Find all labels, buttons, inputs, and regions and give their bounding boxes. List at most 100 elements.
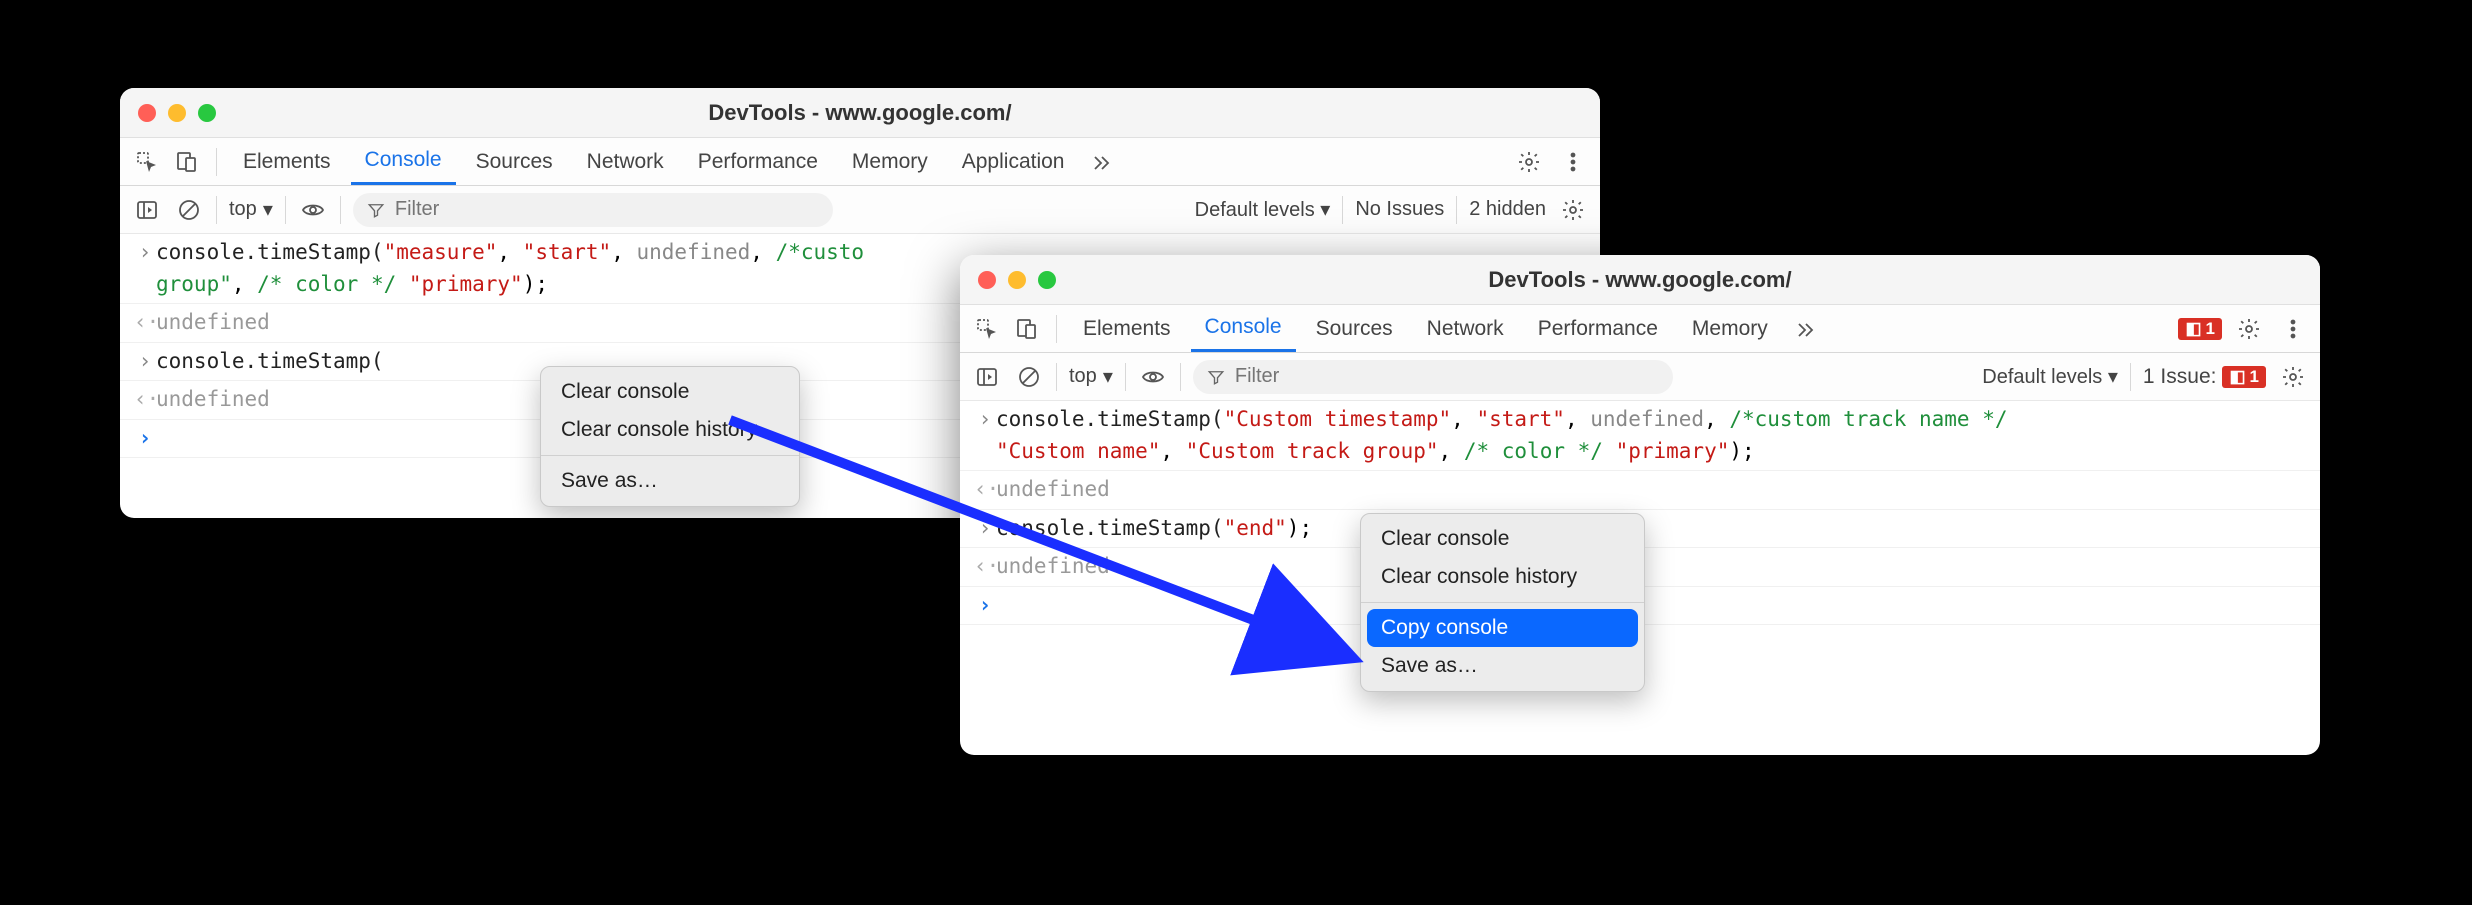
zoom-window-button[interactable] [1038,271,1056,289]
tab-elements[interactable]: Elements [1069,305,1185,352]
sidebar-toggle-icon[interactable] [972,362,1002,392]
separator [1056,363,1057,391]
clear-console-icon[interactable] [174,195,204,225]
separator [285,196,286,224]
filter-icon [367,201,385,219]
live-expression-icon[interactable] [1138,362,1168,392]
kebab-menu-icon[interactable] [2276,312,2310,346]
device-toggle-icon[interactable] [170,145,204,179]
more-tabs-icon[interactable] [1084,145,1118,179]
tab-network[interactable]: Network [573,138,678,185]
settings-icon[interactable] [2232,312,2266,346]
context-menu: Clear console Clear console history Save… [540,366,800,507]
result-chevron-icon: ‹· [134,384,156,416]
tab-elements[interactable]: Elements [229,138,345,185]
inspect-icon[interactable] [130,145,164,179]
input-chevron-icon: › [134,346,156,378]
issues-label[interactable]: No Issues [1355,198,1444,221]
more-tabs-icon[interactable] [1788,312,1822,346]
devtools-window-right: DevTools - www.google.com/ Elements Cons… [960,255,2320,755]
kebab-menu-icon[interactable] [1556,145,1590,179]
live-expression-icon[interactable] [298,195,328,225]
tab-bar: Elements Console Sources Network Perform… [120,138,1600,186]
input-chevron-icon: › [974,513,996,545]
console-code: console.timeStamp("end"); [996,513,2306,545]
hidden-label[interactable]: 2 hidden [1469,198,1546,221]
window-title: DevTools - www.google.com/ [960,267,2320,293]
result-chevron-icon: ‹· [134,307,156,339]
tab-memory[interactable]: Memory [1678,305,1782,352]
console-settings-icon[interactable] [1558,195,1588,225]
result-value: undefined [996,474,2306,506]
console-toolbar: top ▾ Default levels ▾ 1 Issue: ◧ 1 [960,353,2320,401]
issue-badge: ◧ 1 [2222,366,2266,388]
settings-icon[interactable] [1512,145,1546,179]
window-title: DevTools - www.google.com/ [120,100,1600,126]
input-chevron-icon: › [134,237,156,269]
console-result-row: ‹· undefined [960,471,2320,510]
context-label: top [1069,365,1097,388]
tab-sources[interactable]: Sources [1302,305,1407,352]
menu-clear-console[interactable]: Clear console [1361,520,1644,558]
menu-clear-history[interactable]: Clear console history [541,411,799,449]
zoom-window-button[interactable] [198,104,216,122]
tab-performance[interactable]: Performance [1524,305,1672,352]
separator [216,196,217,224]
error-badge[interactable]: ◧ 1 [2178,318,2222,340]
inspect-icon[interactable] [970,312,1004,346]
result-chevron-icon: ‹· [974,474,996,506]
input-chevron-icon: › [974,404,996,436]
context-selector[interactable]: top ▾ [1069,364,1113,389]
tab-sources[interactable]: Sources [462,138,567,185]
menu-separator [1361,602,1644,603]
issues-link[interactable]: 1 Issue: ◧ 1 [2143,365,2266,389]
context-selector[interactable]: top ▾ [229,197,273,222]
separator [340,196,341,224]
separator [2130,363,2131,391]
minimize-window-button[interactable] [1008,271,1026,289]
log-levels-label: Default levels [1982,366,2102,388]
console-code: console.timeStamp("Custom timestamp", "s… [996,404,2306,467]
chevron-down-icon: ▾ [1103,364,1113,389]
tab-performance[interactable]: Performance [684,138,832,185]
context-menu: Clear console Clear console history Copy… [1360,513,1645,692]
menu-clear-history[interactable]: Clear console history [1361,558,1644,596]
separator [216,148,217,176]
tab-console[interactable]: Console [351,138,456,185]
minimize-window-button[interactable] [168,104,186,122]
filter-input-wrapper [1193,360,1673,394]
device-toggle-icon[interactable] [1010,312,1044,346]
tab-application[interactable]: Application [948,138,1079,185]
prompt-chevron-icon: › [974,590,996,622]
tab-network[interactable]: Network [1413,305,1518,352]
tab-bar: Elements Console Sources Network Perform… [960,305,2320,353]
menu-save-as[interactable]: Save as… [541,462,799,500]
sidebar-toggle-icon[interactable] [132,195,162,225]
clear-console-icon[interactable] [1014,362,1044,392]
menu-save-as[interactable]: Save as… [1361,647,1644,685]
tab-memory[interactable]: Memory [838,138,942,185]
traffic-lights [138,104,216,122]
issues-label: 1 Issue: [2143,365,2217,389]
console-toolbar: top ▾ Default levels ▾ No Issues 2 hidde… [120,186,1600,234]
filter-input[interactable] [395,198,660,221]
log-levels-label: Default levels [1195,199,1315,221]
menu-clear-console[interactable]: Clear console [541,373,799,411]
close-window-button[interactable] [138,104,156,122]
titlebar: DevTools - www.google.com/ [120,88,1600,138]
chevron-down-icon: ▾ [263,197,273,222]
filter-input[interactable] [1235,365,1500,388]
menu-separator [541,455,799,456]
prompt-chevron-icon: › [134,423,156,455]
context-label: top [229,198,257,221]
separator [1125,363,1126,391]
tab-console[interactable]: Console [1191,305,1296,352]
separator [1456,196,1457,224]
separator [1342,196,1343,224]
close-window-button[interactable] [978,271,996,289]
filter-input-wrapper [353,193,833,227]
log-levels-selector[interactable]: Default levels ▾ [1195,197,1331,222]
log-levels-selector[interactable]: Default levels ▾ [1982,364,2118,389]
menu-copy-console[interactable]: Copy console [1367,609,1638,647]
console-settings-icon[interactable] [2278,362,2308,392]
